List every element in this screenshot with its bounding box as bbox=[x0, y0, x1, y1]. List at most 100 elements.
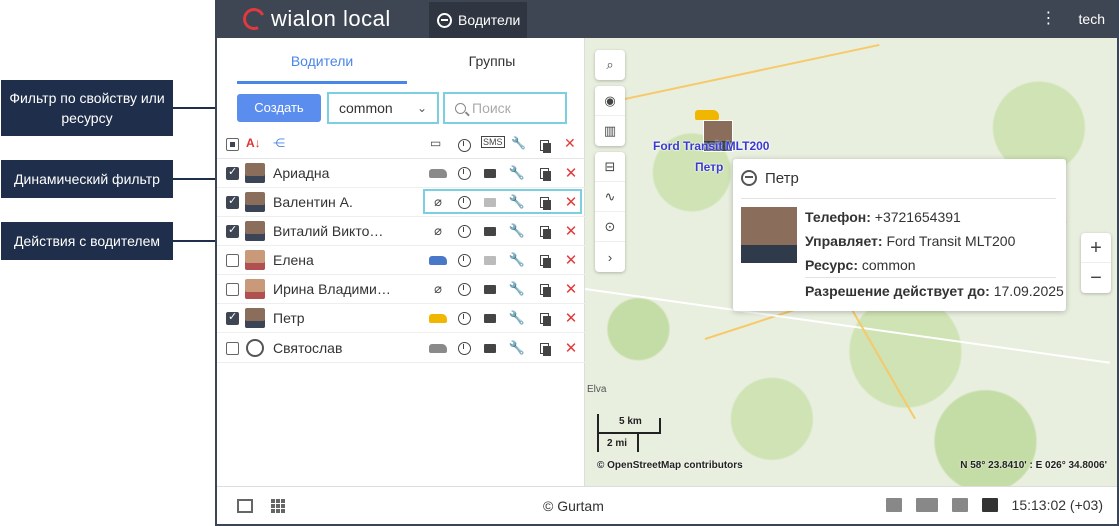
tab-panel-drivers[interactable]: Водители bbox=[237, 38, 407, 84]
row-checkbox[interactable] bbox=[226, 165, 239, 180]
unbound-unit-icon[interactable]: ⌀ bbox=[429, 280, 447, 298]
menu-icon[interactable]: ⋮ bbox=[1041, 11, 1057, 27]
unbound-unit-icon[interactable]: ⌀ bbox=[429, 222, 447, 240]
panel-controls: Создать common ⌄ Поиск bbox=[237, 92, 577, 124]
history-icon[interactable] bbox=[455, 251, 473, 269]
table-row[interactable]: Ариадна 🔧 ✕ bbox=[217, 159, 585, 188]
map-layers-icon[interactable]: ▥ bbox=[595, 116, 625, 146]
table-row[interactable]: Ирина Владимировна ⌀ 🔧 ✕ bbox=[217, 275, 585, 304]
history-icon[interactable] bbox=[455, 280, 473, 298]
unit-car-icon[interactable] bbox=[429, 309, 447, 327]
properties-icon[interactable]: 🔧 bbox=[508, 222, 526, 240]
properties-icon[interactable]: 🔧 bbox=[508, 339, 526, 357]
copy-icon[interactable] bbox=[535, 222, 553, 240]
properties-icon[interactable]: 🔧 bbox=[508, 164, 526, 182]
properties-icon[interactable]: 🔧 bbox=[508, 251, 526, 269]
user-name[interactable]: tech bbox=[1079, 11, 1105, 27]
map-attribution[interactable]: © OpenStreetMap contributors bbox=[597, 460, 743, 471]
history-icon[interactable] bbox=[455, 222, 473, 240]
image-icon[interactable] bbox=[951, 498, 968, 512]
notifications-icon[interactable] bbox=[885, 498, 902, 512]
message-icon[interactable] bbox=[481, 222, 499, 240]
copy-icon[interactable] bbox=[535, 280, 553, 298]
unit-column-icon[interactable]: ▭ bbox=[430, 136, 441, 150]
panel-layout-icon[interactable] bbox=[237, 499, 253, 513]
unit-map-label[interactable]: Ford Transit MLT200 bbox=[653, 139, 769, 153]
delete-icon[interactable]: ✕ bbox=[562, 251, 580, 269]
select-all-checkbox[interactable] bbox=[226, 138, 239, 151]
tab-panel-groups[interactable]: Группы bbox=[407, 38, 577, 84]
driver-name[interactable]: Святослав bbox=[273, 334, 391, 363]
history-column-icon[interactable] bbox=[455, 136, 473, 154]
message-icon[interactable] bbox=[481, 251, 499, 269]
unit-car-icon[interactable] bbox=[429, 164, 447, 182]
message-icon[interactable] bbox=[481, 280, 499, 298]
row-checkbox[interactable] bbox=[226, 283, 239, 296]
create-button[interactable]: Создать bbox=[237, 94, 321, 122]
delete-column-icon[interactable]: ✕ bbox=[564, 135, 576, 152]
geofence-icon[interactable]: ⊙ bbox=[595, 212, 625, 242]
default-avatar-steering-wheel-icon bbox=[246, 339, 264, 357]
chevron-right-icon[interactable]: › bbox=[595, 242, 625, 272]
row-checkbox[interactable] bbox=[226, 342, 239, 355]
grid-menu-icon[interactable] bbox=[271, 499, 285, 513]
properties-column-icon[interactable]: 🔧 bbox=[511, 136, 526, 150]
unit-car-icon[interactable] bbox=[429, 339, 447, 357]
tab-drivers[interactable]: Водители bbox=[429, 2, 527, 38]
table-row[interactable]: Елена 🔧 ✕ bbox=[217, 246, 585, 275]
zoom-out-button[interactable]: − bbox=[1081, 263, 1111, 293]
eye-icon[interactable]: ◉ bbox=[595, 86, 625, 116]
popup-resource-line: Ресурс: common bbox=[805, 257, 916, 273]
copy-icon[interactable] bbox=[535, 251, 553, 269]
message-icon[interactable] bbox=[481, 339, 499, 357]
delete-icon[interactable]: ✕ bbox=[562, 280, 580, 298]
table-row[interactable]: Святослав 🔧 ✕ bbox=[217, 334, 585, 363]
driver-name[interactable]: Елена bbox=[273, 246, 391, 275]
delete-icon[interactable]: ✕ bbox=[562, 164, 580, 182]
row-checkbox[interactable] bbox=[226, 254, 239, 267]
logo-mark-icon bbox=[239, 4, 269, 34]
messages-icon[interactable] bbox=[915, 498, 938, 512]
properties-icon[interactable]: 🔧 bbox=[508, 280, 526, 298]
row-checkbox[interactable] bbox=[226, 310, 239, 325]
properties-icon[interactable]: 🔧 bbox=[508, 309, 526, 327]
unit-car-icon[interactable] bbox=[429, 251, 447, 269]
history-icon[interactable] bbox=[455, 339, 473, 357]
row-checkbox[interactable] bbox=[226, 223, 239, 238]
map[interactable]: Elva ⌕ ◉ ▥ ⊟ ∿ ⊙ › Ford Transit MLT200 П… bbox=[584, 38, 1117, 486]
table-row[interactable]: Петр 🔧 ✕ bbox=[217, 304, 585, 333]
sort-az-icon[interactable]: A↓ bbox=[246, 136, 261, 150]
sms-column-icon[interactable]: SMS bbox=[481, 136, 505, 148]
row-checkbox[interactable] bbox=[226, 194, 239, 209]
message-icon[interactable] bbox=[481, 309, 499, 327]
delete-icon[interactable]: ✕ bbox=[562, 309, 580, 327]
driver-name[interactable]: Петр bbox=[273, 304, 391, 333]
unit-car-marker-icon[interactable] bbox=[695, 110, 719, 120]
layout-icon[interactable] bbox=[981, 498, 998, 512]
driver-name[interactable]: Ирина Владимировна bbox=[273, 275, 391, 304]
ruler-icon[interactable]: ⊟ bbox=[595, 152, 625, 182]
map-place-label: Elva bbox=[587, 384, 607, 395]
copy-icon[interactable] bbox=[535, 339, 553, 357]
copy-column-icon[interactable] bbox=[535, 136, 553, 154]
driver-popup: Петр Телефон: +3721654391 Управляет: For… bbox=[733, 159, 1066, 311]
history-icon[interactable] bbox=[455, 164, 473, 182]
driver-name[interactable]: Валентин А. bbox=[273, 188, 391, 217]
zoom-in-button[interactable]: + bbox=[1081, 233, 1111, 263]
route-icon[interactable]: ∿ bbox=[595, 182, 625, 212]
copy-icon[interactable] bbox=[535, 309, 553, 327]
driver-map-label[interactable]: Петр bbox=[695, 160, 723, 174]
avatar bbox=[245, 250, 265, 270]
message-icon[interactable] bbox=[481, 164, 499, 182]
delete-icon[interactable]: ✕ bbox=[562, 222, 580, 240]
driver-name[interactable]: Виталий Викторович bbox=[273, 217, 391, 246]
history-icon[interactable] bbox=[455, 309, 473, 327]
copy-icon[interactable] bbox=[535, 164, 553, 182]
delete-icon[interactable]: ✕ bbox=[562, 339, 580, 357]
table-row[interactable]: Виталий Викторович ⌀ 🔧 ✕ bbox=[217, 217, 585, 246]
map-search-icon[interactable]: ⌕ bbox=[595, 50, 625, 80]
search-input[interactable]: Поиск bbox=[443, 92, 567, 124]
property-filter-select[interactable]: common ⌄ bbox=[327, 92, 439, 124]
driver-name[interactable]: Ариадна bbox=[273, 159, 391, 188]
group-tree-icon[interactable]: ⋲ bbox=[273, 136, 285, 150]
